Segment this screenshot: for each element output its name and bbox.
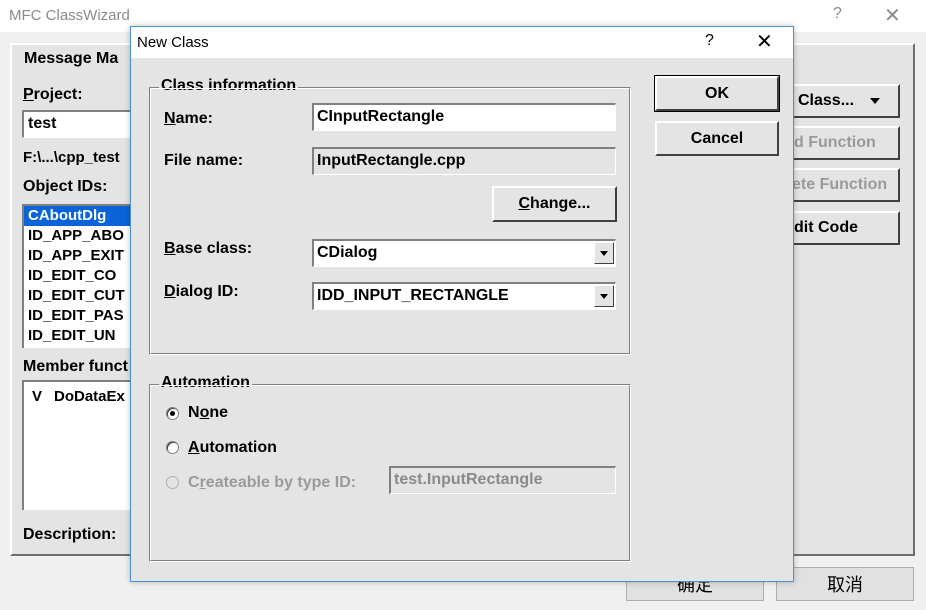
- type-id-value: test.InputRectangle: [394, 471, 543, 488]
- new-class-dialog: New Class ? ✕ Class information Name: CI…: [130, 26, 794, 582]
- list-item[interactable]: ID_EDIT_CO: [24, 266, 138, 286]
- base-class-label: Base class:: [164, 240, 253, 257]
- dialog-id-label: Dialog ID:: [164, 283, 239, 300]
- tab-message-maps[interactable]: Message Ma: [24, 50, 118, 68]
- change-button[interactable]: Change...: [492, 186, 617, 222]
- classwizard-title: MFC ClassWizard: [9, 7, 130, 24]
- dialog-id-value: IDD_INPUT_RECTANGLE: [317, 287, 509, 304]
- list-item[interactable]: CAboutDlg: [24, 206, 138, 226]
- dismiss-button[interactable]: 取消: [776, 567, 914, 601]
- object-ids-list[interactable]: CAboutDlg ID_APP_ABO ID_APP_EXIT ID_EDIT_CO…: [22, 204, 138, 348]
- ok-button[interactable]: OK: [654, 75, 780, 112]
- project-label-rest: roject:: [33, 86, 83, 103]
- dropdown-arrow-icon: [870, 98, 881, 104]
- file-name-field: InputRectangle.cpp: [312, 147, 616, 175]
- delete-function-label: ete Function: [792, 176, 888, 193]
- project-combo[interactable]: test: [22, 110, 138, 138]
- chevron-down-icon[interactable]: [594, 242, 614, 264]
- project-label: Project:: [23, 86, 83, 103]
- radio-none[interactable]: [166, 407, 179, 420]
- dialog-help-icon[interactable]: ?: [705, 32, 714, 50]
- name-value: CInputRectangle: [317, 108, 445, 125]
- close-icon[interactable]: ✕: [884, 3, 901, 28]
- help-icon[interactable]: ?: [833, 5, 842, 23]
- project-value: test: [28, 115, 57, 132]
- base-class-combo[interactable]: CDialog: [312, 239, 616, 267]
- change-button-label: Change...: [518, 195, 591, 212]
- radio-createable-label: Createable by type ID:: [188, 474, 357, 491]
- radio-createable[interactable]: [166, 476, 179, 489]
- object-ids-label: Object IDs:: [23, 178, 108, 195]
- add-class-button[interactable]: Class...: [782, 84, 900, 118]
- radio-none-label: None: [188, 404, 229, 421]
- edit-code-button[interactable]: dit Code: [782, 211, 900, 245]
- radio-automation-label: Automation: [188, 439, 277, 456]
- name-input[interactable]: CInputRectangle: [312, 103, 616, 131]
- member-functions-list[interactable]: V DoDataEx: [22, 380, 138, 510]
- radio-automation[interactable]: [166, 441, 179, 454]
- dialog-title: New Class: [137, 34, 209, 51]
- add-function-label: d Function: [794, 134, 876, 151]
- base-class-value: CDialog: [317, 244, 378, 261]
- description-label: Description:: [23, 526, 117, 543]
- add-class-label: Class...: [798, 92, 855, 109]
- cancel-label: Cancel: [690, 129, 744, 147]
- dismiss-label: 取消: [827, 575, 863, 595]
- edit-code-label: dit Code: [794, 219, 858, 236]
- list-item[interactable]: ID_APP_ABO: [24, 226, 138, 246]
- member-functions-label: Member funct: [23, 358, 128, 375]
- path-text: F:\...\cpp_test: [23, 149, 120, 166]
- list-item[interactable]: ID_APP_EXIT: [24, 246, 138, 266]
- type-id-field[interactable]: test.InputRectangle: [389, 466, 616, 494]
- list-item[interactable]: V DoDataEx: [24, 382, 138, 405]
- member-flag: V: [32, 388, 43, 405]
- file-name-value: InputRectangle.cpp: [317, 152, 466, 169]
- name-label: Name:: [164, 110, 213, 127]
- chevron-down-icon[interactable]: [594, 285, 614, 307]
- dialog-close-icon[interactable]: ✕: [756, 29, 773, 54]
- delete-function-button[interactable]: ete Function: [782, 168, 900, 202]
- cancel-button[interactable]: Cancel: [655, 121, 779, 156]
- class-information-title: Class information: [159, 77, 299, 95]
- add-function-button[interactable]: d Function: [782, 126, 900, 160]
- list-item[interactable]: ID_EDIT_UN: [24, 326, 138, 346]
- member-name: DoDataEx: [54, 388, 125, 405]
- dialog-titlebar: New Class ? ✕: [131, 27, 793, 58]
- list-item[interactable]: ID_EDIT_CUT: [24, 286, 138, 306]
- list-item[interactable]: ID_EDIT_PAS: [24, 306, 138, 326]
- ok-label: OK: [705, 84, 729, 102]
- automation-title: Automation: [159, 374, 252, 392]
- file-name-label: File name:: [164, 152, 244, 169]
- dialog-id-combo[interactable]: IDD_INPUT_RECTANGLE: [312, 282, 616, 310]
